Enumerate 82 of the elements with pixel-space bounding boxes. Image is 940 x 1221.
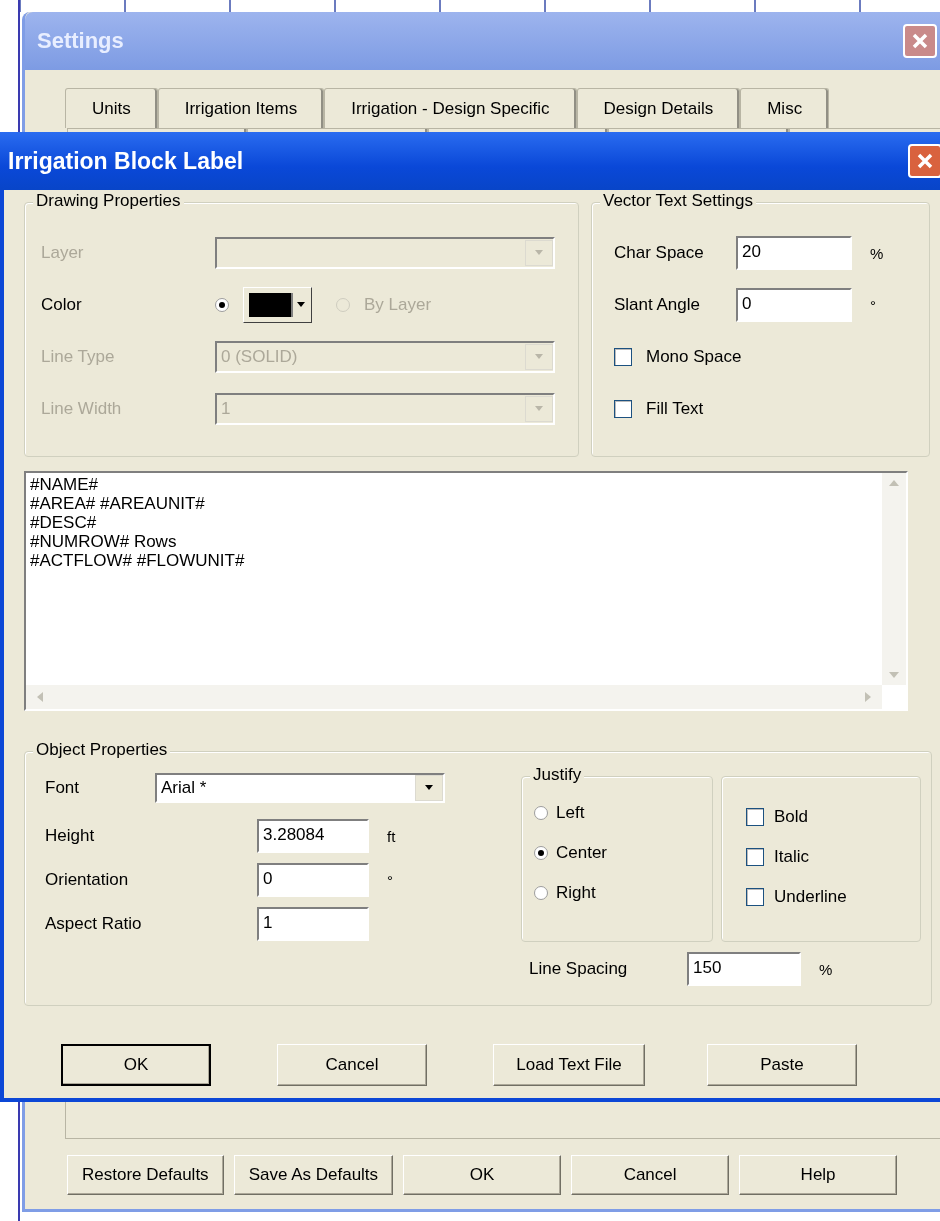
group-title: Object Properties — [33, 740, 171, 760]
radio-button[interactable] — [215, 298, 229, 312]
dialog-button[interactable]: Restore Defaults — [67, 1155, 224, 1195]
checkbox[interactable] — [746, 888, 764, 906]
dialog-button[interactable]: OK — [61, 1044, 211, 1086]
input-field[interactable]: 0 — [257, 863, 369, 897]
dialog-button[interactable]: OK — [403, 1155, 562, 1195]
field-label: Line Width — [41, 399, 123, 419]
field-label: Height — [45, 826, 96, 846]
field-label: Slant Angle — [614, 295, 701, 315]
field-label: Line Type — [41, 347, 116, 367]
field-label: Layer — [41, 243, 85, 263]
dropdown-arrow-icon — [296, 301, 306, 309]
close-icon — [915, 151, 935, 171]
radio-label: By Layer — [364, 295, 432, 315]
unit-label: % — [870, 244, 884, 262]
radio-button[interactable] — [534, 806, 548, 820]
dropdown-arrow-icon — [533, 353, 545, 361]
checkbox-label: Bold — [774, 807, 809, 827]
group-title: Vector Text Settings — [600, 191, 756, 211]
field-label: Orientation — [45, 870, 130, 890]
dialog-button[interactable]: Cancel — [571, 1155, 730, 1195]
tab[interactable]: Misc — [740, 88, 830, 128]
scroll-left-icon — [36, 691, 44, 703]
text-line: #DESC# — [30, 513, 98, 532]
dropdown-arrow-icon — [423, 784, 435, 792]
input-field[interactable]: 1 — [257, 907, 369, 941]
input-field[interactable]: 150 — [687, 952, 801, 986]
checkbox-label: Italic — [774, 847, 809, 867]
dialog-button[interactable]: Help — [739, 1155, 898, 1195]
unit-label: ° — [387, 871, 393, 889]
scroll-right-icon — [864, 691, 872, 703]
field-label: Line Spacing — [529, 959, 629, 979]
dialog-button[interactable]: Load Text File — [493, 1044, 645, 1086]
text-line: #NUMROW# Rows — [30, 532, 178, 551]
text-line: #AREA# #AREAUNIT# — [30, 494, 206, 513]
dialog-button[interactable]: Cancel — [277, 1044, 427, 1086]
group-title: Drawing Properties — [33, 191, 184, 211]
tab[interactable]: Irrigation - Design Specific — [324, 88, 577, 128]
window-title: Irrigation Block Label — [8, 147, 244, 175]
dialog-button[interactable]: Paste — [707, 1044, 857, 1086]
font-dropdown[interactable]: Arial * — [155, 773, 445, 803]
text-line: #NAME# — [30, 475, 100, 494]
unit-label: ft — [387, 827, 396, 845]
radio-button[interactable] — [534, 846, 548, 860]
color-picker[interactable] — [243, 287, 312, 323]
radio-label: Center — [556, 843, 608, 863]
close-icon — [910, 31, 930, 51]
close-button[interactable] — [908, 144, 940, 178]
horizontal-scrollbar[interactable] — [26, 685, 882, 709]
vertical-scrollbar[interactable] — [882, 473, 906, 685]
input-field[interactable]: 3.28084 — [257, 819, 369, 853]
checkbox[interactable] — [746, 848, 764, 866]
text-line: #ACTFLOW# #FLOWUNIT# — [30, 551, 246, 570]
field-label: Font — [45, 778, 81, 798]
unit-label: % — [819, 960, 833, 978]
dropdown-arrow-icon — [533, 405, 545, 413]
checkbox-label: Mono Space — [646, 347, 742, 367]
window-title: Settings — [37, 28, 124, 54]
scroll-up-icon — [888, 479, 900, 487]
checkbox-label: Underline — [774, 887, 847, 907]
dialog-button[interactable]: Save As Defaults — [233, 1155, 394, 1195]
text-area[interactable]: #NAME# #AREA# #AREAUNIT# #DESC# #NUMROW# Rows #ACTFLOW# #FLOWUNIT# — [24, 471, 908, 711]
group-title: Justify — [530, 765, 585, 785]
radio-button[interactable] — [534, 886, 548, 900]
checkbox-label: Fill Text — [646, 399, 704, 419]
dropdown-arrow-icon — [533, 249, 545, 257]
unit-label: ° — [870, 296, 876, 314]
field-label: Char Space — [614, 243, 705, 263]
input-field[interactable]: 0 — [736, 288, 852, 322]
field-label: Color — [41, 295, 83, 315]
tab[interactable]: Units — [65, 88, 158, 128]
checkbox[interactable] — [746, 808, 764, 826]
tab[interactable]: Design Details — [576, 88, 741, 128]
input-field[interactable]: 20 — [736, 236, 852, 270]
checkbox[interactable] — [614, 348, 632, 366]
radio-label: Right — [556, 883, 596, 903]
tab[interactable]: Irrigation Items — [157, 88, 325, 128]
checkbox[interactable] — [614, 400, 632, 418]
scroll-down-icon — [888, 671, 900, 679]
radio-label: Left — [556, 803, 585, 823]
field-label: Aspect Ratio — [45, 914, 143, 934]
